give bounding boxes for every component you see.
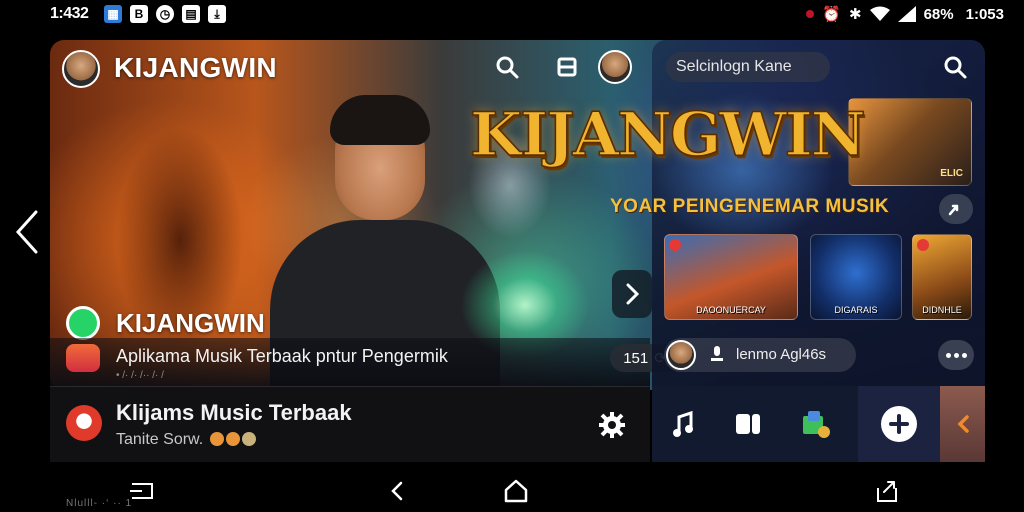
list-item-title: Klijams Music Terbaak: [116, 400, 352, 425]
mic-icon: [711, 346, 723, 361]
app-title: KIJANGWIN: [114, 52, 277, 83]
badge-icon: [917, 239, 929, 251]
blue-app-icon: ▦: [104, 5, 122, 23]
plus-icon: [889, 414, 909, 434]
count-value: 151: [623, 349, 649, 367]
list-item[interactable]: Klijams Music Terbaak Tanite Sorw.: [50, 386, 650, 462]
home-icon[interactable]: [502, 478, 530, 504]
user-pill-label: lenmo Agl46s: [736, 346, 827, 363]
dock-library-button[interactable]: [792, 400, 840, 448]
recents-icon[interactable]: [128, 478, 156, 504]
navigation-bar: Nlulll- ·‘ ·· 1: [0, 470, 1024, 512]
emoji-icon: [241, 432, 256, 446]
hero-thumbnail-caption: ELIC: [940, 168, 963, 179]
bluetooth-icon: ✱: [849, 6, 862, 23]
signal-icon: [897, 6, 916, 22]
chevron-left-icon: [957, 415, 969, 433]
watermark-text: Nlulll- ·‘ ·· 1: [66, 498, 133, 509]
collapse-arrow-button[interactable]: [940, 386, 985, 462]
battery-level: 68%: [923, 5, 954, 23]
album-thumbnail[interactable]: DIDNHLE: [912, 234, 972, 320]
featured-title: KIJANGWIN: [116, 308, 265, 338]
share-icon: [948, 204, 959, 216]
avatar: [666, 340, 696, 370]
back-icon[interactable]: [384, 478, 412, 504]
badge-icon: [669, 239, 681, 251]
status-notification-icons: ▦ B ◷ ▤ ⤓: [104, 5, 226, 23]
featured-subtext: • /· /· /·· /· /: [116, 370, 164, 381]
previous-chevron-icon[interactable]: [12, 208, 42, 256]
dock-music-button[interactable]: [660, 400, 708, 448]
status-bar: 1:432 ▦ B ◷ ▤ ⤓ ⏰ ✱ 68% 1:053: [0, 0, 1024, 30]
user-avatar[interactable]: [598, 50, 632, 84]
alarm-icon: ⏰: [822, 6, 842, 23]
featured-app-row[interactable]: KIJANGWIN: [50, 300, 650, 340]
music-icon: [66, 405, 102, 441]
share-button[interactable]: [939, 194, 973, 224]
library-icon: [803, 411, 830, 438]
dock-playlist-button[interactable]: [724, 400, 772, 448]
emoji-icon: [225, 432, 240, 446]
news-icon: ▤: [182, 5, 200, 23]
search-icon[interactable]: [942, 54, 968, 80]
download-icon: ⤓: [208, 5, 226, 23]
user-pill[interactable]: lenmo Agl46s: [664, 338, 856, 372]
music-app-icon: [66, 344, 100, 372]
album-caption: DIGARAIS: [834, 305, 878, 315]
featured-description-row[interactable]: Aplikama Musik Terbaak pntur Pengermik •…: [50, 338, 680, 386]
status-time: 1:432: [50, 5, 89, 22]
album-caption: DAOONUERCAY: [696, 305, 766, 315]
emoji-icon: [209, 432, 224, 446]
album-thumbnail[interactable]: DAOONUERCAY: [664, 234, 798, 320]
more-options-button[interactable]: [938, 340, 974, 370]
featured-description: Aplikama Musik Terbaak pntur Pengermik: [116, 346, 448, 366]
clock-icon: ◷: [156, 5, 174, 23]
playlist-icon: [736, 414, 760, 434]
wifi-icon: [869, 6, 890, 21]
gear-icon[interactable]: [598, 411, 626, 439]
search-icon[interactable]: [494, 54, 520, 80]
add-button[interactable]: [858, 386, 940, 462]
library-icon[interactable]: [554, 54, 580, 80]
status-clock: 1:053: [965, 5, 1004, 23]
music-note-icon: [673, 410, 693, 437]
share-nav-icon[interactable]: [874, 478, 902, 504]
logo-text: KIJANGWIN: [469, 99, 866, 171]
list-item-subtitle: Tanite Sorw.: [116, 431, 256, 449]
profile-avatar[interactable]: [62, 50, 100, 88]
record-dot-icon: [806, 10, 815, 18]
b-icon: B: [130, 5, 148, 23]
side-search-field[interactable]: Selcinlogn Kane: [666, 52, 830, 82]
album-caption: DIDNHLE: [922, 305, 962, 315]
status-system-icons: ⏰ ✱ 68% 1:053: [806, 5, 1004, 23]
whatsapp-icon: [66, 306, 100, 340]
kijangwin-logo: KIJANGWIN YOAR PEINGENEMAR MUSIK: [469, 99, 930, 217]
logo-tagline: YOAR PEINGENEMAR MUSIK: [610, 196, 890, 217]
album-thumbnail[interactable]: DIGARAIS: [810, 234, 902, 320]
